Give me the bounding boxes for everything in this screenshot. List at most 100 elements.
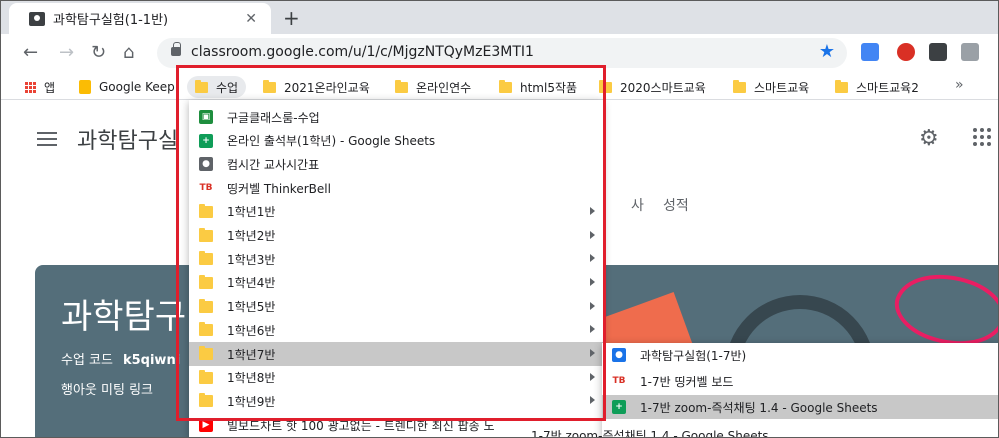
menu-item[interactable]: 1학년9반 <box>189 389 603 413</box>
bookmark-folder-smart2[interactable]: 스마트교육2 <box>827 76 927 98</box>
bookmark-folder-class[interactable]: 수업 <box>187 76 247 98</box>
menu-item[interactable]: ● 컴시간 교사시간표 <box>189 152 603 176</box>
tab-people[interactable]: 사 <box>631 195 644 215</box>
bookmark-label: html5작품 <box>520 80 578 95</box>
gear-icon[interactable]: ⚙ <box>919 126 939 151</box>
folder-icon <box>199 251 213 266</box>
menu-item-label: 1학년4반 <box>227 276 276 291</box>
bookmark-label: 2020스마트교육 <box>620 80 706 95</box>
menu-item[interactable]: ▣ 구글클래스룸-수업 <box>189 105 603 129</box>
new-tab-icon[interactable]: + <box>283 6 300 30</box>
menu-item-label: 과학탐구실험(1-7반) <box>640 348 747 363</box>
folder-icon <box>199 369 213 384</box>
bookmark-apps[interactable]: 앱 <box>17 76 63 98</box>
tab-strip: 과학탐구실험(1-1반) ✕ + <box>1 1 998 34</box>
menu-item-label: 컴시간 교사시간표 <box>227 157 320 172</box>
cast-extension-icon[interactable] <box>929 43 947 61</box>
folder-icon <box>199 322 213 337</box>
menu-item[interactable]: 1학년6반 <box>189 318 603 342</box>
url-text: classroom.google.com/u/1/c/MjgzNTQyMzE3M… <box>191 44 534 60</box>
menu-icon[interactable] <box>37 132 57 150</box>
close-icon[interactable]: ✕ <box>245 11 257 27</box>
bookmark-google-keep[interactable]: Google Keep <box>71 76 183 98</box>
apps-icon <box>25 81 36 93</box>
reload-icon[interactable]: ↻ <box>91 42 106 63</box>
google-apps-icon[interactable] <box>973 128 991 146</box>
extension-icon[interactable] <box>897 43 915 61</box>
bookmark-label: 2021온라인교육 <box>284 80 370 95</box>
bookmark-label: 수업 <box>216 80 239 95</box>
menu-item-label: 빌보드차트 핫 100 광고없는 - 트렌디한 최신 팝송 노 <box>227 418 495 433</box>
menu-item[interactable]: 1학년1반 <box>189 200 603 224</box>
folder-icon <box>835 79 848 93</box>
class-code-label: 수업 코드 <box>61 353 113 368</box>
chevron-right-icon <box>590 301 595 310</box>
tab-grades[interactable]: 성적 <box>663 195 689 215</box>
menu-item-label: 1-7반 zoom-즉석채팅 1.4 - Google Sheets <box>640 400 878 415</box>
menu-item[interactable]: +1-7반 zoom-즉석채팅 1.4 - Google Sheets <box>602 395 998 419</box>
menu-item[interactable]: TB 1-7반 띵커벨 보드 <box>602 369 998 393</box>
bookmark-folder-2021[interactable]: 2021온라인교육 <box>255 76 378 98</box>
menu-item-label: 띵커벨 ThinkerBell <box>227 181 331 196</box>
chevron-right-icon <box>590 254 595 263</box>
chevron-right-icon <box>590 230 595 239</box>
classroom-favicon-icon <box>29 11 45 26</box>
translate-extension-icon[interactable] <box>861 43 879 61</box>
folder-icon <box>195 79 208 93</box>
bookmark-label: 온라인연수 <box>416 80 472 95</box>
menu-item[interactable]: 1학년3반 <box>189 247 603 271</box>
chevron-right-icon <box>590 396 595 405</box>
menu-item[interactable]: 1학년7반 <box>189 342 603 366</box>
chevron-right-icon <box>590 372 595 381</box>
folder-icon <box>199 203 213 218</box>
forward-icon[interactable]: → <box>59 42 74 63</box>
bookmark-folder-training[interactable]: 온라인연수 <box>387 76 479 98</box>
menu-item[interactable]: 1학년4반 <box>189 271 603 295</box>
chevron-right-icon <box>590 325 595 334</box>
menu-item[interactable]: 1학년5반 <box>189 295 603 319</box>
toolbar: ← → ↻ ⌂ classroom.google.com/u/1/c/MjgzN… <box>1 34 998 72</box>
bookmark-folder-menu: ▣ 구글클래스룸-수업 + 온라인 출석부(1학년) - Google Sheets ●… <box>189 100 603 437</box>
browser-tab[interactable]: 과학탐구실험(1-1반) ✕ <box>9 3 271 34</box>
menu-item-label: 1학년7반 <box>227 347 276 362</box>
bookmark-label: Google Keep <box>99 80 175 94</box>
bookmark-folder-2020[interactable]: 2020스마트교육 <box>591 76 714 98</box>
address-bar[interactable]: classroom.google.com/u/1/c/MjgzNTQyMzE3M… <box>157 38 847 68</box>
partially-hidden-submenu-item: 1-7반 zoom-즉석채팅 1.4 - Google Sheets <box>531 429 769 438</box>
menu-item-label: 1학년8반 <box>227 371 276 386</box>
chevron-right-icon <box>590 206 595 215</box>
menu-item[interactable]: ● 과학탐구실험(1-7반) <box>602 343 998 367</box>
menu-item-label: 온라인 출석부(1학년) - Google Sheets <box>227 134 436 149</box>
menu-item-label: 1학년2반 <box>227 229 276 243</box>
classroom-icon: ● <box>612 348 626 362</box>
sheets-icon: + <box>199 133 213 148</box>
meet-link-label: 행아웃 미팅 링크 <box>61 383 153 398</box>
folder-icon <box>263 79 276 93</box>
menu-item[interactable]: + 온라인 출석부(1학년) - Google Sheets <box>189 129 603 153</box>
menu-item[interactable]: 1학년2반 <box>189 224 603 248</box>
bookmark-folder-html5[interactable]: html5작품 <box>491 76 585 98</box>
class-code-value[interactable]: k5qiwni <box>123 353 180 368</box>
classroom-icon: ▣ <box>199 110 213 124</box>
menu-item[interactable]: TB 띵커벨 ThinkerBell <box>189 176 603 200</box>
folder-icon <box>199 298 213 313</box>
back-icon[interactable]: ← <box>23 42 38 63</box>
bookmarks-overflow-button[interactable]: » <box>955 77 964 93</box>
bookmark-star-icon[interactable]: ★ <box>819 41 835 62</box>
folder-icon <box>199 227 213 242</box>
globe-icon: ● <box>199 157 213 172</box>
home-icon[interactable]: ⌂ <box>123 42 134 63</box>
thinkerbell-icon: TB <box>199 183 213 194</box>
folder-icon <box>199 274 213 289</box>
profile-avatar[interactable] <box>961 43 979 61</box>
bookmark-folder-smart[interactable]: 스마트교육 <box>725 76 817 98</box>
menu-item-label: 1학년3반 <box>227 252 276 267</box>
browser-window: 과학탐구실험(1-1반) ✕ + ← → ↻ ⌂ classroom.googl… <box>0 0 999 438</box>
bookmarks-bar: 앱 Google Keep 수업 2021온라인교육 온라인연수 html5작품… <box>1 72 998 100</box>
menu-item-label: 1학년6반 <box>227 323 276 338</box>
menu-item[interactable]: 1학년8반 <box>189 366 603 390</box>
menu-item-label: 구글클래스룸-수업 <box>227 110 320 125</box>
sheets-icon: + <box>612 400 626 414</box>
menu-item-label: 1학년9반 <box>227 394 276 409</box>
page-title: 과학탐구실 <box>77 129 179 154</box>
